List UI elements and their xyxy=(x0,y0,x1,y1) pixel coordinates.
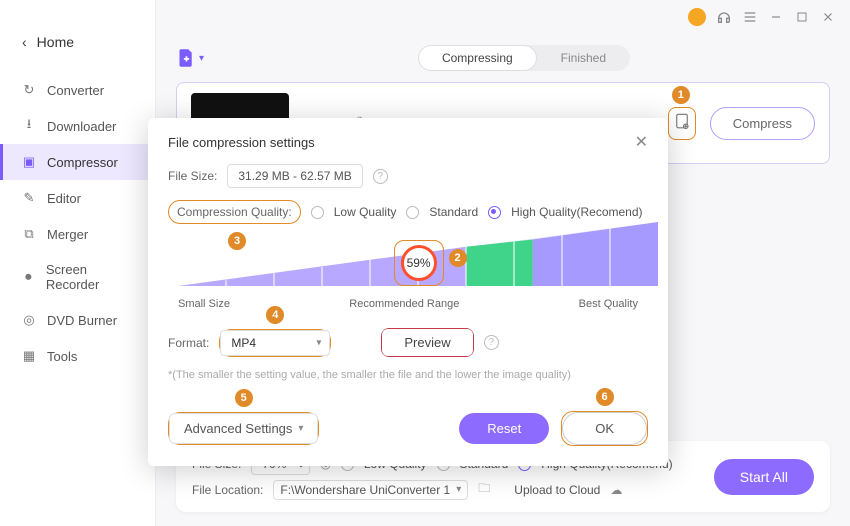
close-icon[interactable] xyxy=(820,9,836,25)
badge-6: 6 xyxy=(596,388,614,406)
badge-2: 2 xyxy=(449,249,467,267)
filesize-range[interactable]: 31.29 MB - 62.57 MB xyxy=(227,164,362,188)
tab-compressing[interactable]: Compressing xyxy=(418,45,537,71)
window-titlebar xyxy=(674,0,850,34)
format-annotation: 4 MP4 ▾ xyxy=(219,329,331,357)
compressor-icon: ▣ xyxy=(21,154,37,170)
headset-icon[interactable] xyxy=(716,9,732,25)
minimize-icon[interactable] xyxy=(768,9,784,25)
badge-5: 5 xyxy=(235,389,253,407)
gear-icon[interactable] xyxy=(673,117,691,134)
tabs: Compressing Finished xyxy=(418,45,630,71)
chevron-down-icon: ▾ xyxy=(298,423,303,434)
filesize-label: File Size: xyxy=(168,169,217,183)
radio-high[interactable] xyxy=(488,206,501,219)
menu-icon[interactable] xyxy=(742,9,758,25)
upload-label: Upload to Cloud xyxy=(514,483,600,497)
radio-low[interactable] xyxy=(311,206,324,219)
help-icon[interactable]: ? xyxy=(484,335,499,350)
compression-settings-modal: File compression settings ✕ File Size: 3… xyxy=(148,118,668,466)
maximize-icon[interactable] xyxy=(794,9,810,25)
slider-small-label: Small Size xyxy=(178,298,230,310)
preview-annotation: Preview xyxy=(381,328,473,357)
chevron-down-icon: ▾ xyxy=(316,337,321,348)
modal-title: File compression settings xyxy=(168,135,315,150)
slider-value: 59% xyxy=(401,245,437,281)
tools-icon: ▦ xyxy=(21,348,37,364)
advanced-settings-button[interactable]: Advanced Settings ▾ xyxy=(169,413,318,444)
merger-icon: ⧉ xyxy=(21,226,37,242)
radio-standard[interactable] xyxy=(406,206,419,219)
footer-location-label: File Location: xyxy=(192,483,263,497)
location-select[interactable]: F:\Wondershare UniConverter 1▾ xyxy=(273,480,468,500)
slider-best-label: Best Quality xyxy=(579,298,638,310)
tab-finished[interactable]: Finished xyxy=(537,45,630,71)
compression-quality-annotation: Compression Quality: xyxy=(168,200,301,224)
compression-quality-label: Compression Quality: xyxy=(177,205,292,219)
avatar[interactable] xyxy=(688,8,706,26)
chevron-left-icon: ‹ xyxy=(22,34,27,50)
badge-1: 1 xyxy=(672,86,690,104)
compress-button[interactable]: Compress xyxy=(710,107,815,140)
sidebar-item-merger[interactable]: ⧉Merger xyxy=(0,216,155,252)
sidebar-item-tools[interactable]: ▦Tools xyxy=(0,338,155,374)
advanced-annotation: 5 Advanced Settings ▾ xyxy=(168,412,319,445)
download-icon: ⭳ xyxy=(21,118,37,134)
editor-icon: ✎ xyxy=(21,190,37,206)
converter-icon: ↻ xyxy=(21,82,37,98)
home-label: Home xyxy=(37,34,74,50)
sidebar-item-converter[interactable]: ↻Converter xyxy=(0,72,155,108)
close-icon[interactable]: ✕ xyxy=(635,132,648,152)
add-file-button[interactable]: ▾ xyxy=(176,44,204,72)
slider-recommended-label: Recommended Range xyxy=(349,298,459,310)
folder-icon[interactable]: 🗀 xyxy=(478,479,490,500)
sidebar-item-recorder[interactable]: ⏺Screen Recorder xyxy=(0,252,155,302)
sidebar-item-dvd[interactable]: ◎DVD Burner xyxy=(0,302,155,338)
help-icon[interactable]: ? xyxy=(373,169,388,184)
back-home[interactable]: ‹ Home xyxy=(0,24,155,72)
slider-thumb[interactable]: 2 59% xyxy=(394,240,444,286)
recorder-icon: ⏺ xyxy=(21,269,36,285)
cloud-icon[interactable]: ☁ xyxy=(610,483,622,497)
format-label: Format: xyxy=(168,336,209,350)
badge-4: 4 xyxy=(266,306,284,324)
sidebar-item-editor[interactable]: ✎Editor xyxy=(0,180,155,216)
ok-annotation: 6 OK xyxy=(561,411,648,446)
sidebar: ‹ Home ↻Converter ⭳Downloader ▣Compresso… xyxy=(0,0,156,526)
sidebar-item-compressor[interactable]: ▣Compressor xyxy=(0,144,155,180)
quality-slider[interactable]: 2 59% Small Size Recommended Range Best … xyxy=(168,236,648,300)
chevron-down-icon: ▾ xyxy=(199,53,204,64)
format-select[interactable]: MP4 ▾ xyxy=(220,330,330,356)
start-all-button[interactable]: Start All xyxy=(714,459,814,495)
ok-button[interactable]: OK xyxy=(562,412,647,445)
sidebar-item-downloader[interactable]: ⭳Downloader xyxy=(0,108,155,144)
reset-button[interactable]: Reset xyxy=(459,413,549,444)
dvd-icon: ◎ xyxy=(21,312,37,328)
preview-button[interactable]: Preview xyxy=(382,329,472,356)
hint-text: *(The smaller the setting value, the sma… xyxy=(168,369,648,381)
settings-annotation: 1 xyxy=(668,107,696,140)
